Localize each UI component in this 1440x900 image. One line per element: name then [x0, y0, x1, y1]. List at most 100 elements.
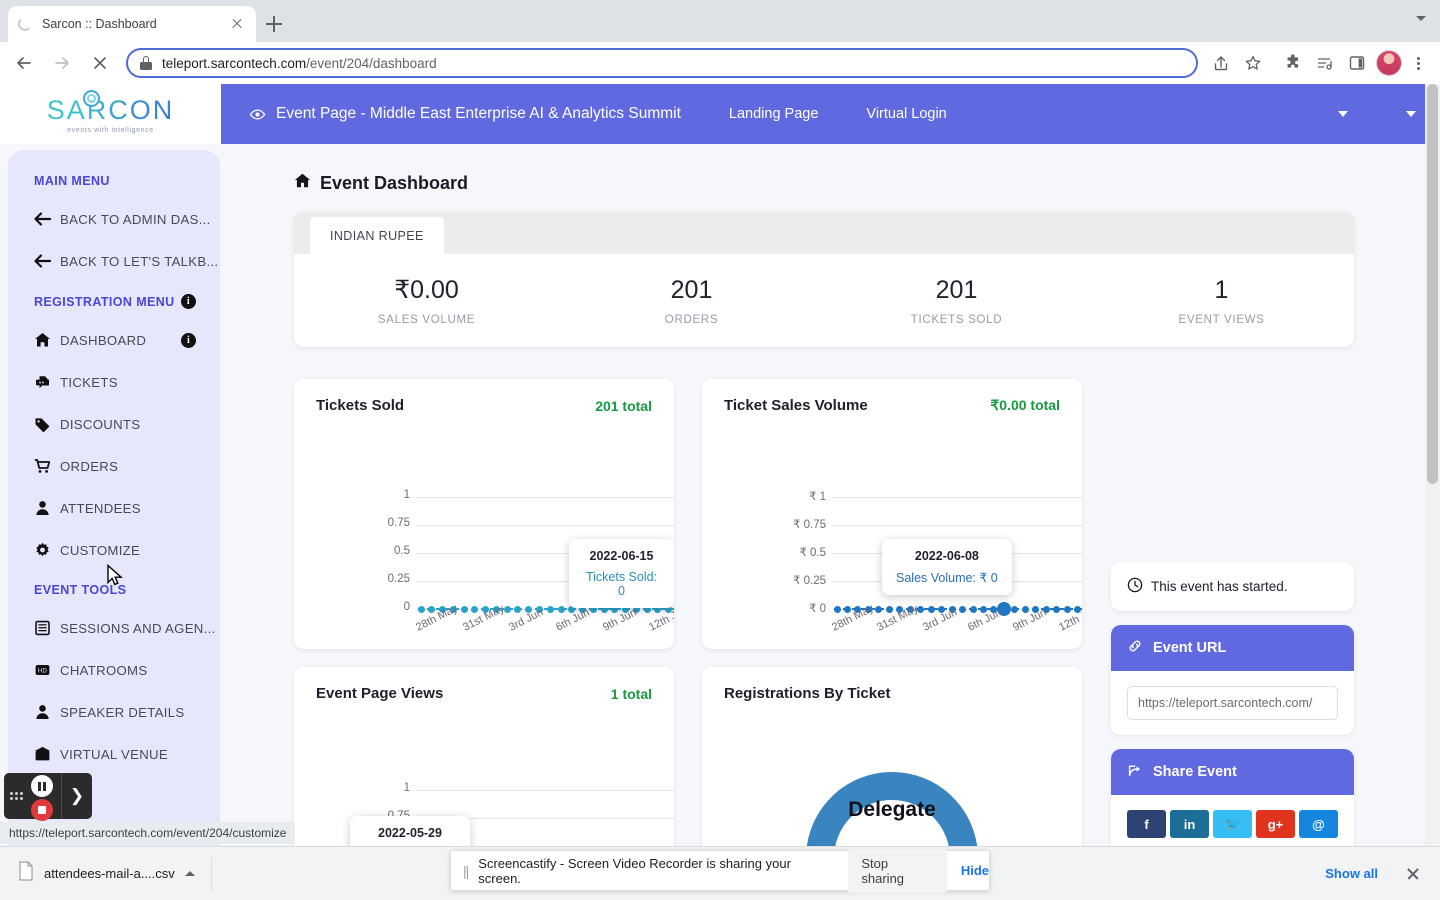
download-menu-icon[interactable] — [184, 871, 195, 876]
tooltip-date: 2022-06-08 — [914, 549, 979, 563]
clock-icon — [1127, 577, 1143, 596]
info-icon[interactable]: i — [181, 332, 196, 348]
stop-sharing-button[interactable]: Stop sharing — [848, 848, 947, 893]
download-item[interactable]: attendees-mail-a....csv — [18, 856, 212, 891]
dashboard-content: Event Dashboard INDIAN RUPEE ₹0.00 SALES … — [230, 150, 1426, 900]
data-point[interactable] — [1011, 605, 1019, 613]
profile-avatar[interactable] — [1376, 50, 1402, 76]
show-all-downloads-button[interactable]: Show all — [1325, 866, 1378, 881]
data-point[interactable] — [417, 605, 425, 613]
sidebar-item-sessions-and-agen[interactable]: SESSIONS AND AGEN... — [8, 607, 220, 649]
brand-logo[interactable]: SARCON events with intelligence — [0, 84, 221, 144]
info-icon[interactable]: i — [181, 294, 196, 309]
data-point[interactable] — [557, 605, 565, 613]
logo-orbit-icon — [83, 90, 100, 107]
share-linkedin-icon[interactable]: in — [1170, 810, 1209, 838]
page-scrollbar-thumb[interactable] — [1427, 84, 1438, 484]
sidebar-item-customize[interactable]: CUSTOMIZE — [8, 529, 220, 571]
venue-icon — [34, 746, 60, 762]
stop-loading-button[interactable] — [86, 49, 114, 77]
chevron-down-icon[interactable] — [1416, 16, 1426, 21]
data-point[interactable] — [885, 605, 893, 613]
back-button[interactable] — [10, 49, 38, 77]
media-playlist-icon[interactable] — [1312, 50, 1338, 76]
currency-tabs: INDIAN RUPEE — [294, 212, 1354, 254]
side-panel-icon[interactable] — [1344, 50, 1370, 76]
screen-share-toast: || Screencastify - Screen Video Recorder… — [450, 848, 990, 893]
sidebar-item-chatrooms[interactable]: HD CHATROOMS — [8, 649, 220, 691]
sidebar-item-attendees[interactable]: ATTENDEES — [8, 487, 220, 529]
sidebar-item-dashboard[interactable]: DASHBOARD i — [8, 319, 220, 361]
data-point[interactable] — [833, 605, 841, 613]
recorder-drag-handle[interactable] — [4, 792, 24, 800]
data-point[interactable] — [546, 605, 554, 613]
data-point[interactable] — [959, 605, 967, 613]
event-url-panel-title: Event URL — [1153, 640, 1227, 656]
y-axis-tick: ₹ 0.75 — [793, 519, 826, 531]
sidebar-item-back-to-let-s-talkb[interactable]: BACK TO LET'S TALKB... — [8, 240, 220, 282]
topbar-dropdown-2-icon[interactable] — [1406, 111, 1416, 117]
hide-toast-button[interactable]: Hide — [961, 863, 989, 878]
event-started-notice: This event has started. — [1111, 562, 1354, 611]
event-url-input[interactable] — [1127, 686, 1338, 720]
tooltip-date: 2022-05-29 — [378, 826, 442, 840]
chart-plot-area: ₹ 1 ₹ 0.75 ₹ 0.5 ₹ 0.25 ₹ 0 28th May 31st May 3… — [702, 414, 1082, 634]
share-email-icon[interactable]: @ — [1299, 810, 1338, 838]
extensions-puzzle-icon[interactable] — [1280, 50, 1306, 76]
share-facebook-icon[interactable]: f — [1127, 810, 1166, 838]
url-host: teleport.sarcontech.com — [162, 55, 307, 71]
sidebar-item-back-to-admin-das[interactable]: BACK TO ADMIN DAS... — [8, 198, 220, 240]
data-point[interactable] — [875, 605, 883, 613]
data-point[interactable] — [969, 605, 977, 613]
topbar-dropdown-1-icon[interactable] — [1338, 111, 1348, 117]
data-point[interactable] — [471, 605, 479, 613]
forward-button[interactable] — [48, 49, 76, 77]
tab-close-icon[interactable] — [228, 15, 246, 33]
y-axis-tick: 0.25 — [387, 573, 410, 585]
kpi-sales-volume: ₹0.00 SALES VOLUME — [294, 254, 559, 347]
share-buttons-row: f in 🐦 g+ @ — [1127, 810, 1338, 838]
chrome-menu-icon[interactable] — [1406, 50, 1430, 76]
data-point[interactable] — [1021, 605, 1029, 613]
chart-total: 201 total — [595, 397, 652, 414]
event-url-panel: Event URL — [1111, 625, 1354, 735]
pause-icon[interactable] — [31, 775, 53, 797]
tab-indian-rupee[interactable]: INDIAN RUPEE — [310, 217, 444, 254]
virtual-login-link[interactable]: Virtual Login — [866, 106, 946, 122]
sidebar-item-tickets[interactable]: TICKETS — [8, 361, 220, 403]
sidebar-item-virtual-venue[interactable]: VIRTUAL VENUE — [8, 733, 220, 775]
stop-recording-icon[interactable] — [31, 799, 53, 821]
kpi-label: TICKETS SOLD — [910, 313, 1003, 326]
share-event-panel-title: Share Event — [1153, 764, 1237, 780]
lock-icon — [140, 56, 152, 70]
page-title: Event Dashboard — [294, 172, 1426, 194]
share-icon[interactable] — [1208, 50, 1234, 76]
event-url-panel-body — [1111, 671, 1354, 735]
data-point[interactable] — [460, 605, 468, 613]
close-downloads-bar-icon[interactable] — [1398, 859, 1428, 889]
sidebar-item-orders[interactable]: ORDERS — [8, 445, 220, 487]
app-top-bar: Event Page - Middle East Enterprise AI &… — [221, 84, 1440, 144]
data-point[interactable] — [1053, 605, 1061, 613]
share-google-plus-icon[interactable]: g+ — [1256, 810, 1295, 838]
recorder-expand-icon[interactable]: ❯ — [62, 786, 92, 806]
kpi-label: SALES VOLUME — [377, 314, 476, 326]
browser-tab[interactable]: Sarcon :: Dashboard — [8, 6, 256, 42]
sidebar-item-speaker-details[interactable]: SPEAKER DETAILS — [8, 691, 220, 733]
share-event-panel-body: f in 🐦 g+ @ — [1111, 795, 1354, 853]
landing-page-link[interactable]: Landing Page — [729, 106, 819, 122]
data-point[interactable] — [1063, 605, 1071, 613]
share-twitter-icon[interactable]: 🐦 — [1213, 810, 1252, 838]
address-bar[interactable]: teleport.sarcontech.com/event/204/dashbo… — [126, 48, 1198, 78]
donut-svg — [806, 772, 978, 850]
screen-recorder-widget[interactable]: ❯ — [4, 773, 92, 821]
csv-file-icon — [18, 861, 34, 886]
sidebar-item-discounts[interactable]: DISCOUNTS — [8, 403, 220, 445]
new-tab-button[interactable] — [262, 12, 286, 36]
page-scrollbar-track[interactable] — [1425, 84, 1440, 900]
data-point[interactable] — [514, 605, 522, 613]
data-point[interactable] — [927, 605, 935, 613]
y-axis-tick: ₹ 0.25 — [793, 575, 826, 587]
hd-video-icon: HD — [34, 662, 60, 678]
bookmark-star-icon[interactable] — [1240, 50, 1266, 76]
